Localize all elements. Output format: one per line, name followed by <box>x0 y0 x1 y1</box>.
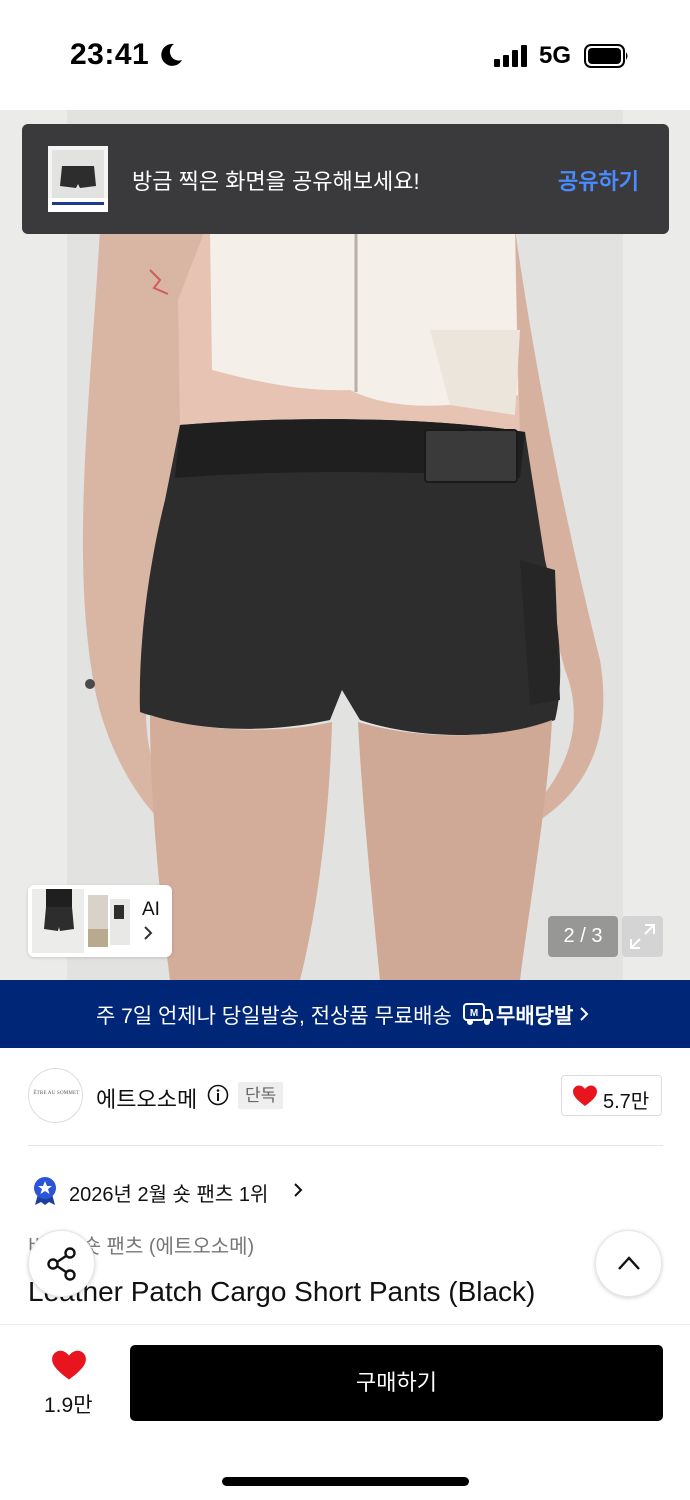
delivery-brand-label: 무배당발 <box>496 1005 574 1028</box>
moon-icon <box>161 43 182 66</box>
share-toast: 방금 찍은 화면을 공유해보세요! 공유하기 <box>22 124 669 234</box>
info-icon[interactable] <box>207 1084 229 1106</box>
heart-icon <box>573 1085 597 1106</box>
share-icon <box>47 1247 76 1281</box>
scroll-top-button[interactable] <box>595 1230 662 1297</box>
svg-text:M: M <box>470 1008 478 1019</box>
brand-logo[interactable]: ÊTRE AU SOMMET <box>28 1068 83 1123</box>
status-bar: 23:41 5G <box>0 0 690 110</box>
buy-button[interactable]: 구매하기 <box>130 1345 663 1421</box>
heart-icon[interactable] <box>52 1350 86 1381</box>
chevron-right-icon <box>580 1007 589 1021</box>
expand-icon <box>630 924 655 949</box>
home-indicator <box>222 1477 469 1486</box>
ai-similar-button[interactable]: AI <box>28 885 172 957</box>
expand-button[interactable] <box>622 916 663 957</box>
brand-like-count: 5.7만 <box>603 1091 650 1113</box>
wish-count: 1.9만 <box>44 1394 93 1417</box>
screenshot-thumbnail[interactable] <box>48 146 108 212</box>
status-time: 23:41 <box>70 38 150 71</box>
product-photo <box>0 110 690 980</box>
rank-badge-icon <box>34 1177 56 1205</box>
delivery-truck-icon: M <box>463 1003 493 1025</box>
share-button[interactable] <box>28 1230 95 1297</box>
thumbnail-image <box>48 146 108 212</box>
product-title: Leather Patch Cargo Short Pants (Black) <box>28 1276 536 1307</box>
brand-name[interactable]: 에트오소메 <box>96 1082 197 1114</box>
divider <box>28 1145 663 1146</box>
signal-icon <box>494 45 527 67</box>
chevron-right-icon <box>144 926 153 940</box>
battery-icon <box>584 44 628 68</box>
network-label: 5G <box>539 42 572 69</box>
ai-label: AI <box>142 899 160 920</box>
product-image[interactable] <box>0 110 690 980</box>
toast-share-button[interactable]: 공유하기 <box>558 164 639 196</box>
chevron-up-icon <box>618 1256 640 1270</box>
delivery-banner[interactable]: 주 7일 언제나 당일발송, 전상품 무료배송 M 무배당발 <box>0 980 690 1048</box>
delivery-text: 주 7일 언제나 당일발송, 전상품 무료배송 <box>96 1005 452 1028</box>
brand-logo-text: ÊTRE AU SOMMET <box>33 1091 80 1096</box>
ranking-link[interactable]: 2026년 2월 숏 팬츠 1위 <box>69 1178 268 1207</box>
chevron-right-icon <box>294 1183 303 1197</box>
toast-message: 방금 찍은 화면을 공유해보세요! <box>132 169 420 194</box>
exclusive-badge: 단독 <box>238 1082 284 1109</box>
brand-like-button[interactable]: 5.7만 <box>561 1075 662 1116</box>
ai-thumbnails <box>32 889 130 953</box>
image-counter: 2 / 3 <box>548 916 618 957</box>
